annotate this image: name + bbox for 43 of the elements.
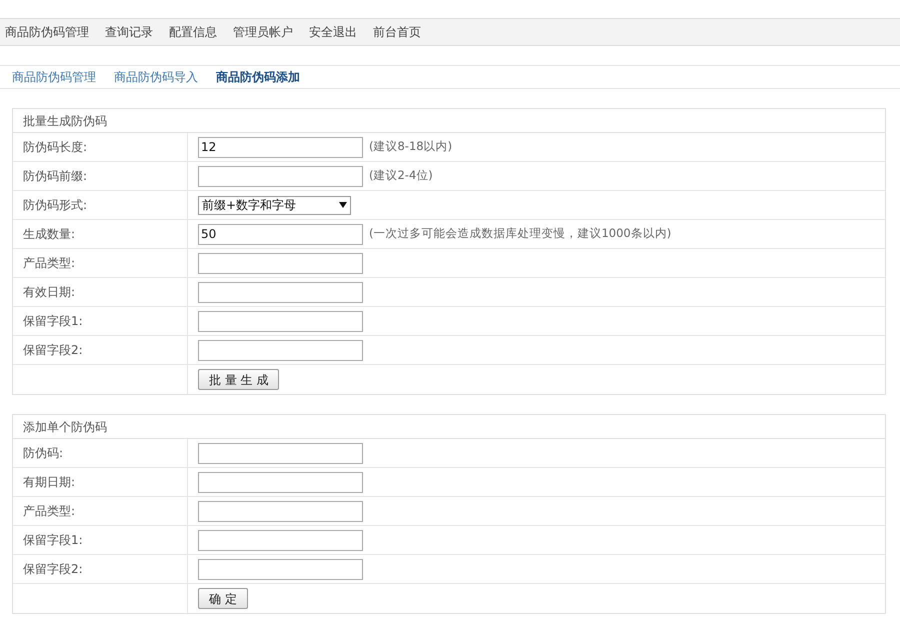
- input-field[interactable]: [198, 530, 363, 550]
- field-label: 防伪码长度:: [23, 139, 88, 156]
- input-field[interactable]: [198, 442, 363, 464]
- nav-link[interactable]: 安全退出: [309, 23, 357, 41]
- field-label: 防伪码:: [23, 445, 64, 462]
- submit-button[interactable]: 批 量 生 成: [198, 369, 280, 390]
- panel-title: 添加单个防伪码: [23, 418, 107, 436]
- input-field[interactable]: [198, 500, 363, 522]
- field-label: 生成数量:: [23, 226, 76, 243]
- caret-icon: [339, 202, 347, 208]
- input-field[interactable]: [198, 166, 363, 186]
- input-field[interactable]: [198, 282, 363, 302]
- sub-tab[interactable]: 商品防伪码管理: [12, 68, 96, 86]
- field-label: 保留字段1:: [23, 532, 83, 549]
- panel-title: 批量生成防伪码: [23, 112, 107, 130]
- field-label: 有效日期:: [23, 284, 76, 301]
- field-label: 保留字段2:: [23, 561, 83, 578]
- input-field[interactable]: 12: [198, 136, 363, 158]
- nav-link[interactable]: 前台首页: [373, 23, 421, 41]
- field-label: 产品类型:: [23, 503, 76, 520]
- field-label: 保留字段1:: [23, 313, 83, 330]
- field-label: 保留字段2:: [23, 342, 83, 359]
- format-select[interactable]: 前缀+数字和字母: [198, 196, 351, 214]
- nav-link[interactable]: 商品防伪码管理: [5, 23, 89, 41]
- field-label: 防伪码前缀:: [23, 168, 88, 185]
- hint-text: (建议2-4位): [369, 167, 433, 184]
- input-field[interactable]: [198, 340, 363, 360]
- field-label: 防伪码形式:: [23, 197, 88, 214]
- nav-link[interactable]: 查询记录: [105, 23, 153, 41]
- input-field[interactable]: [198, 558, 363, 580]
- input-field[interactable]: [198, 472, 363, 492]
- field-label: 产品类型:: [23, 255, 76, 272]
- input-field[interactable]: 50: [198, 224, 363, 244]
- nav-link[interactable]: 配置信息: [169, 23, 217, 41]
- sub-tab[interactable]: 商品防伪码添加: [216, 68, 300, 86]
- input-field[interactable]: [198, 252, 363, 274]
- sub-tab[interactable]: 商品防伪码导入: [114, 68, 198, 86]
- submit-button[interactable]: 确 定: [198, 588, 248, 609]
- input-field[interactable]: [198, 310, 363, 332]
- field-label: 有期日期:: [23, 474, 76, 491]
- hint-text: (建议8-18以内): [369, 138, 452, 156]
- hint-text: (一次过多可能会造成数据库处理变慢，建议1000条以内): [369, 225, 672, 242]
- nav-link[interactable]: 管理员帐户: [233, 23, 293, 41]
